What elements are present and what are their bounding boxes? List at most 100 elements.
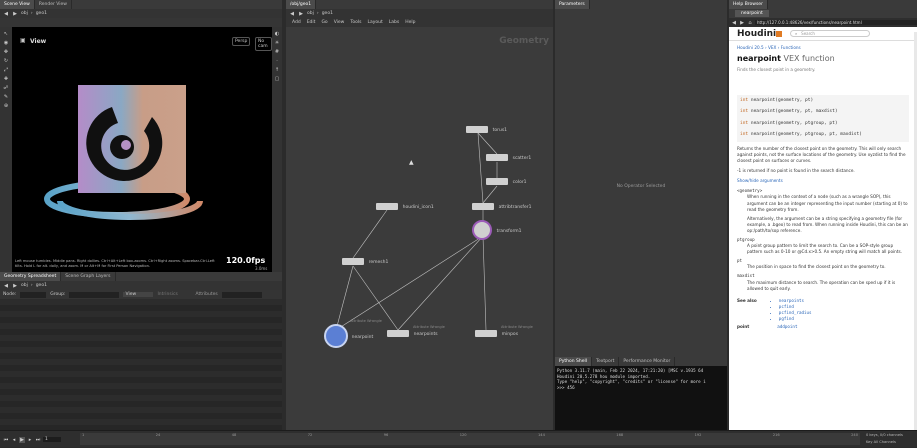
current-frame-field[interactable]: 1 (43, 437, 61, 442)
lights-icon[interactable]: ☀ (274, 40, 280, 46)
signature-row: int nearpoint(geometry, pt, maxdist) (740, 109, 838, 115)
brush-tool-icon[interactable]: ✎ (3, 94, 9, 100)
camera-menu[interactable]: No cam (255, 37, 272, 51)
select-tool-icon[interactable]: ↖ (3, 31, 9, 37)
node-scatter1[interactable]: scatter1 (486, 154, 531, 161)
move-tool-icon[interactable]: ✥ (3, 49, 9, 55)
home-icon[interactable]: ⌂ (747, 20, 753, 26)
tab-scene-view[interactable]: Scene View (0, 0, 35, 9)
timeline-tick: 216 (772, 433, 780, 437)
back-icon[interactable]: ◀ (3, 283, 9, 289)
normals-icon[interactable]: ↑ (274, 67, 280, 73)
display-icon[interactable]: ◐ (274, 31, 280, 37)
attributes-label: Attributes (195, 292, 218, 297)
handle-tool-icon[interactable]: ✚ (3, 76, 9, 82)
scene-path-bar: ◀ ▶ obj › geo1 (0, 9, 282, 18)
pose-tool-icon[interactable]: ☍ (3, 85, 9, 91)
spreadsheet-rows (0, 299, 282, 430)
scene-view-tabbar: Scene View Render View (0, 0, 282, 9)
help-doc-tab[interactable]: nearpoint (735, 10, 769, 17)
node-torus1[interactable]: torus1 (466, 126, 507, 133)
tab-geometry-spreadsheet[interactable]: Geometry Spreadsheet (0, 272, 62, 281)
timeline-tick: 192 (694, 433, 702, 437)
tab-performance-monitor[interactable]: Performance Monitor (619, 357, 676, 366)
play-icon[interactable]: ▶ (19, 436, 25, 443)
step-back-icon[interactable]: ◂ (11, 437, 17, 443)
view-menu[interactable]: View (123, 292, 154, 297)
node-remesh1[interactable]: remesh1 (342, 258, 388, 265)
argument-maxdist: maxdist The maximum distance to search. … (737, 273, 896, 291)
tab-parameters[interactable]: Parameters (555, 0, 590, 9)
path-geo[interactable]: geo1 (36, 11, 47, 16)
rotate-tool-icon[interactable]: ↻ (3, 58, 9, 64)
path-sep-icon: › (30, 283, 33, 288)
scene-view-pane: Scene View Render View ◀ ▶ obj › geo1 ↖ … (0, 0, 282, 272)
node-transform1[interactable]: transform1 (472, 220, 522, 240)
breadcrumb-vex[interactable]: VEX (768, 45, 776, 50)
title-main: nearpoint (737, 54, 781, 64)
timeline-tick: 96 (383, 433, 389, 437)
tab-render-view[interactable]: Render View (35, 0, 72, 9)
view-tool-icon[interactable]: ◉ (3, 40, 9, 46)
group-field[interactable] (69, 291, 120, 298)
rewind-icon[interactable]: ⏮ (3, 437, 9, 443)
tab-python-shell[interactable]: Python Shell (555, 357, 593, 366)
node-label: torus1 (492, 128, 508, 133)
python-line: Python 3.11.7 (main, Feb 22 2024, 17:21:… (557, 368, 704, 373)
timeline-tick: 144 (538, 433, 545, 437)
help-url-bar: ◀ ▶ ⌂ http://127.0.0.1:48626/vex/functio… (729, 18, 917, 27)
node-label: attribtransfer1 (498, 205, 532, 210)
node-houdini-icon1[interactable]: houdini_icon1 (376, 203, 434, 210)
persp-menu[interactable]: Persp (232, 37, 251, 46)
node-nearpoints[interactable]: Attribute Wrangle nearpoints (387, 325, 445, 337)
show-hide-arguments-link[interactable]: Show/hide arguments (737, 178, 909, 184)
timeline-ruler[interactable]: 1 24 48 72 96 120 144 168 192 216 240 (80, 433, 860, 445)
points-icon[interactable]: · (274, 58, 280, 64)
key-all-channels-button[interactable]: Key All Channels (866, 440, 896, 444)
argument-ptgroup: ptgroup A point group pattern to limit t… (737, 236, 902, 255)
houdini-logo-icon (776, 30, 783, 37)
breadcrumb-houdini[interactable]: Houdini 20.5 (737, 45, 764, 50)
url-field[interactable]: http://127.0.0.1:48626/vex/functions/nea… (755, 20, 917, 25)
scale-tool-icon[interactable]: ⤢ (3, 67, 9, 73)
breadcrumb-functions[interactable]: Functions (781, 45, 801, 50)
node-label: transform1 (496, 228, 522, 234)
intrinsics-field[interactable]: Intrinsics (157, 292, 191, 297)
wireframe-icon[interactable]: ▢ (274, 76, 280, 82)
node-label: houdini_icon1 (402, 205, 434, 210)
tab-scene-graph-layers[interactable]: Scene Graph Layers (61, 272, 116, 281)
addpoint-link[interactable]: addpoint (777, 324, 797, 330)
node-nearpoint[interactable]: Attribute Wrangle nearpoint (324, 319, 382, 348)
back-icon[interactable]: ◀ (3, 11, 9, 17)
houdini-logo[interactable]: Houdini (737, 29, 776, 39)
forward-icon[interactable]: ▶ (739, 20, 745, 26)
tab-textport[interactable]: Textport (592, 357, 620, 366)
back-icon[interactable]: ◀ (731, 20, 737, 26)
python-line: Type "help", "copyright", "credits" or "… (557, 379, 706, 385)
node-attribtransfer1[interactable]: attribtransfer1 (472, 203, 531, 210)
viewport[interactable]: View ▣ Persp No cam Left mouse tumbles. … (12, 27, 272, 272)
search-icon: ⌕ (795, 31, 798, 36)
path-obj[interactable]: obj (21, 11, 28, 16)
see-also-link[interactable]: pgfind (779, 316, 812, 322)
help-content[interactable]: Houdini 20.5 › VEX › Functions nearpoint… (729, 41, 917, 334)
forward-icon[interactable]: ▶ (12, 283, 18, 289)
point-section: point addpoint (737, 324, 909, 330)
snap-tool-icon[interactable]: ⊕ (3, 103, 9, 109)
python-output[interactable]: Python 3.11.7 (main, Feb 22 2024, 17:21:… (555, 366, 727, 393)
path-obj[interactable]: obj (21, 283, 28, 288)
forward-icon[interactable]: ▶ (12, 11, 18, 17)
node-color1[interactable]: color1 (486, 178, 527, 185)
path-geo[interactable]: geo1 (36, 283, 47, 288)
grid-icon[interactable]: # (274, 49, 280, 55)
attributes-field[interactable] (221, 291, 262, 298)
node-field[interactable] (20, 291, 47, 298)
view-icon: ▣ (20, 37, 26, 44)
viewport-toolbar (0, 18, 282, 27)
tab-help-browser[interactable]: Help Browser (729, 0, 768, 9)
node-minpos[interactable]: Attribute Wrangle minpos (475, 325, 533, 337)
fast-forward-icon[interactable]: ⏭ (35, 437, 41, 443)
help-search-input[interactable]: ⌕ Search (790, 30, 871, 37)
timeline-tick: 1 (82, 433, 85, 437)
step-forward-icon[interactable]: ▸ (27, 437, 33, 443)
